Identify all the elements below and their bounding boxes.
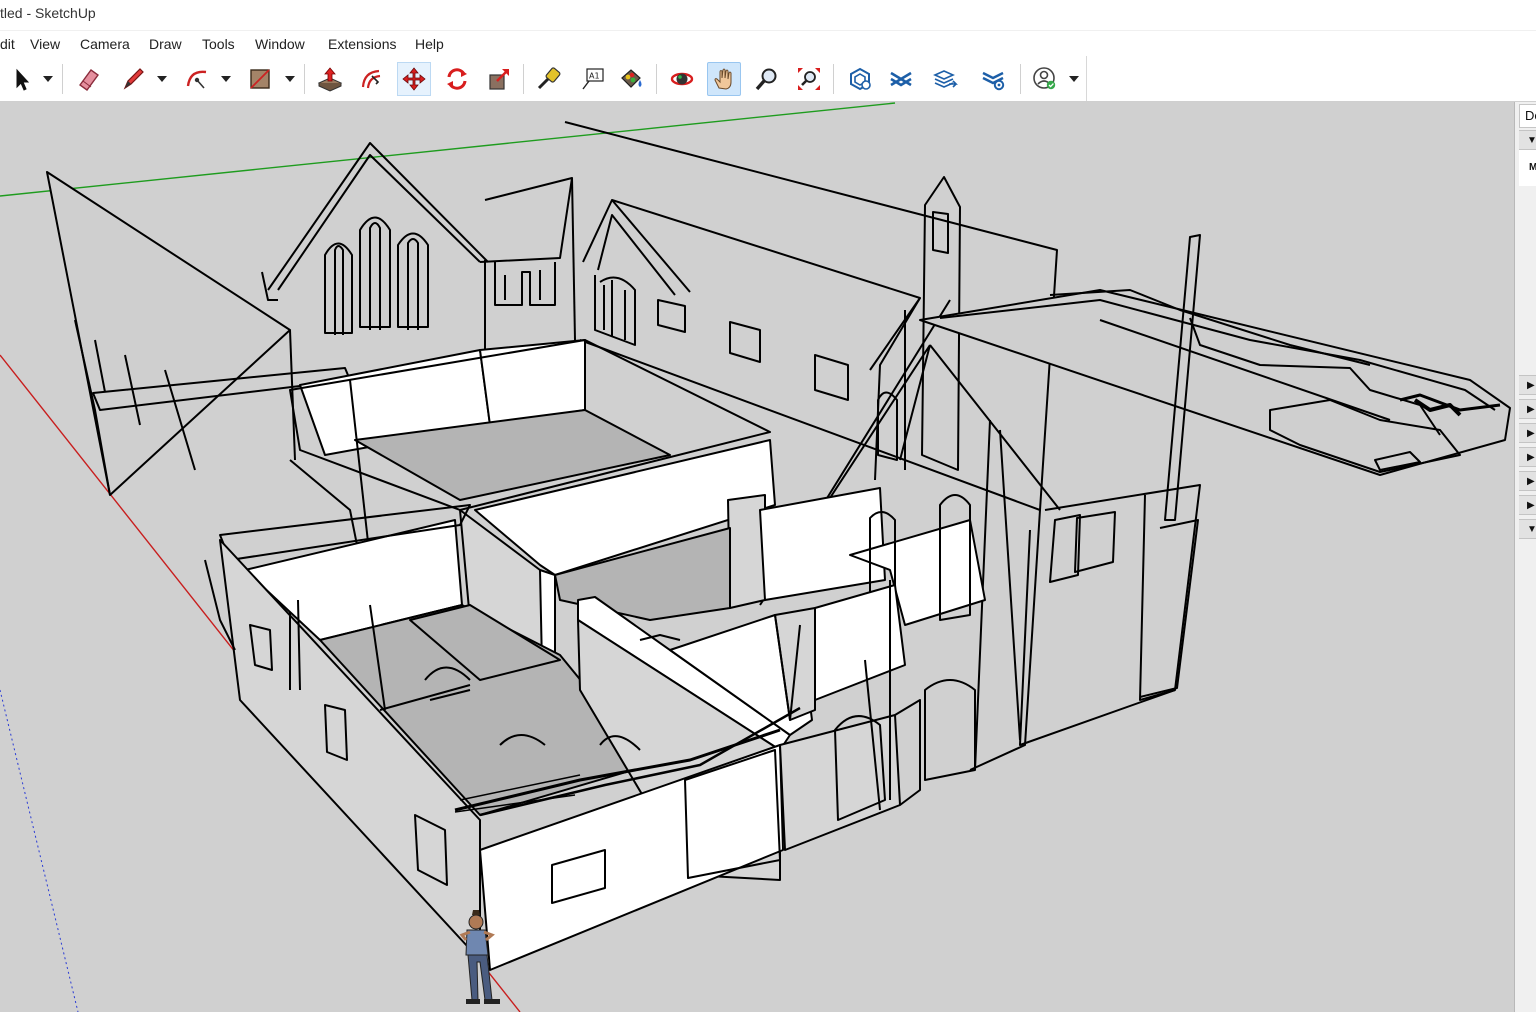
select-dropdown-icon[interactable] — [43, 75, 53, 83]
menu-help[interactable]: Help — [415, 36, 444, 52]
push-pull-icon — [317, 67, 343, 92]
toolbar-separator — [62, 64, 63, 94]
trimble-connect-tool-button[interactable] — [884, 62, 918, 96]
tray-panel-expand-5[interactable]: ▶ — [1519, 471, 1536, 491]
tray-collapse-button[interactable]: ▼ — [1519, 130, 1536, 150]
3d-warehouse-tool-button[interactable] — [928, 62, 962, 96]
tray-panel-expand-2[interactable]: ▶ — [1519, 399, 1536, 419]
paint-bucket-tool-button[interactable] — [614, 62, 648, 96]
arc-dropdown-icon[interactable] — [221, 75, 231, 83]
default-tray: De ▼ M ▶ ▶ ▶ ▶ ▶ ▶ ▼ — [1514, 102, 1536, 1012]
rotate-icon — [447, 68, 467, 90]
user-account-icon — [1033, 67, 1056, 90]
tape-measure-tool-button[interactable] — [532, 62, 566, 96]
menu-window[interactable]: Window — [255, 36, 305, 52]
rectangle-tool-button[interactable] — [243, 62, 277, 96]
connect-layers-icon — [890, 71, 912, 87]
title-bar: tled - SketchUp — [0, 0, 1536, 30]
move-arrows-icon — [402, 67, 426, 91]
orbit-icon — [670, 72, 694, 86]
text-label-icon: A1 — [582, 68, 604, 90]
select-tool-button[interactable] — [4, 62, 38, 96]
extension-warehouse-tool-button[interactable] — [976, 62, 1010, 96]
window-title: tled - SketchUp — [0, 5, 96, 21]
line-tool-button[interactable] — [116, 62, 150, 96]
layout-send-tool-button[interactable] — [843, 62, 877, 96]
orbit-tool-button[interactable] — [665, 62, 699, 96]
text-tool-button[interactable]: A1 — [575, 62, 609, 96]
tray-panel-expand-6[interactable]: ▶ — [1519, 495, 1536, 515]
tray-panel-expand-4[interactable]: ▶ — [1519, 447, 1536, 467]
tray-panel-collapse-7[interactable]: ▼ — [1519, 519, 1536, 539]
toolbar-separator — [656, 64, 657, 94]
gear-cube-icon — [850, 67, 871, 91]
menu-tools[interactable]: Tools — [202, 36, 235, 52]
zoom-tool-button[interactable] — [750, 62, 784, 96]
tray-panel-label: M — [1529, 162, 1536, 173]
menu-camera[interactable]: Camera — [80, 36, 130, 52]
account-tool-button[interactable] — [1028, 62, 1062, 96]
arc-tool-button[interactable] — [180, 62, 214, 96]
eraser-tool-button[interactable] — [72, 62, 106, 96]
model-geometry — [46, 121, 1511, 971]
tape-measure-icon — [537, 67, 561, 90]
toolbar-separator — [304, 64, 305, 94]
svg-text:A1: A1 — [589, 72, 600, 81]
push-pull-tool-button[interactable] — [313, 62, 347, 96]
arc-icon — [186, 70, 207, 89]
menu-extensions[interactable]: Extensions — [328, 36, 396, 52]
menu-edit[interactable]: dit — [0, 36, 15, 52]
tray-panel: M — [1519, 150, 1536, 186]
rotate-tool-button[interactable] — [440, 62, 474, 96]
scale-tool-button[interactable] — [482, 62, 516, 96]
rectangle-dropdown-icon[interactable] — [285, 75, 295, 83]
rectangle-icon — [250, 69, 270, 89]
offset-icon — [361, 69, 381, 89]
hand-icon — [714, 68, 732, 90]
select-arrow-icon — [16, 68, 30, 91]
menu-view[interactable]: View — [30, 36, 60, 52]
eraser-icon — [79, 69, 99, 91]
menu-draw[interactable]: Draw — [149, 36, 182, 52]
tray-panel-expand-3[interactable]: ▶ — [1519, 423, 1536, 443]
zoom-extents-tool-button[interactable] — [792, 62, 826, 96]
magnifier-icon — [755, 68, 777, 91]
zoom-extents-icon — [798, 68, 820, 90]
menu-bar: dit View Camera Draw Tools Window Extens… — [0, 30, 1536, 56]
green-axis — [0, 102, 896, 197]
scale-icon — [489, 69, 509, 90]
toolbar-separator — [1020, 64, 1021, 94]
modeling-viewport[interactable] — [0, 102, 1514, 1012]
pan-tool-button[interactable] — [707, 62, 741, 96]
offset-tool-button[interactable] — [355, 62, 389, 96]
extension-gear-icon — [982, 71, 1005, 91]
warehouse-stack-icon — [933, 70, 958, 88]
move-tool-button[interactable] — [397, 62, 431, 96]
toolbar-separator — [833, 64, 834, 94]
blue-axis — [0, 689, 79, 1012]
toolbar-edge — [1086, 56, 1087, 101]
line-dropdown-icon[interactable] — [157, 75, 167, 83]
pencil-icon — [123, 68, 144, 90]
paint-bucket-icon — [621, 69, 642, 88]
account-dropdown-icon[interactable] — [1069, 75, 1079, 83]
large-toolset-toolbar: A1 — [0, 56, 1536, 102]
tray-tab-default[interactable]: De — [1519, 104, 1536, 128]
toolbar-separator — [523, 64, 524, 94]
tray-panel-expand-1[interactable]: ▶ — [1519, 375, 1536, 395]
building-model-drawing — [0, 102, 1511, 1012]
